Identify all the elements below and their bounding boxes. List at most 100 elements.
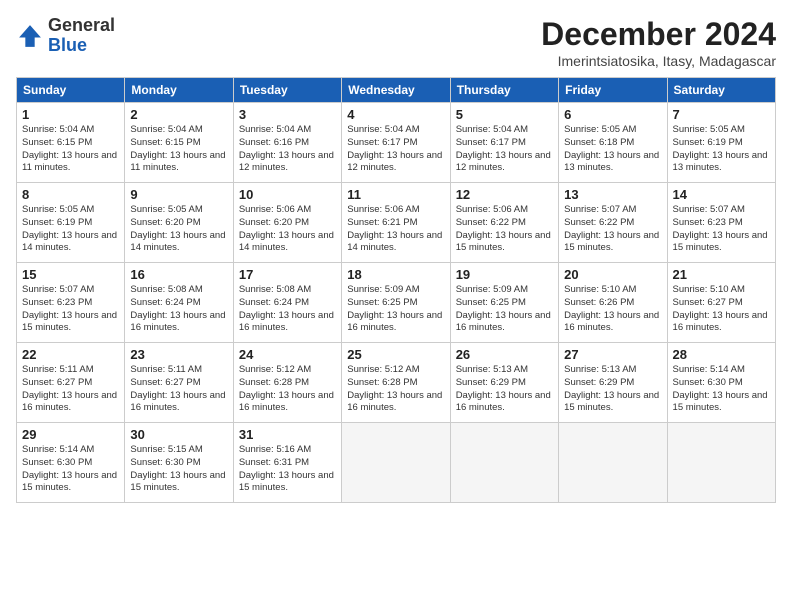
calendar-cell bbox=[450, 423, 558, 503]
title-block: December 2024 Imerintsiatosika, Itasy, M… bbox=[541, 16, 776, 69]
day-number: 7 bbox=[673, 107, 770, 122]
calendar-cell: 6 Sunrise: 5:05 AM Sunset: 6:18 PM Dayli… bbox=[559, 103, 667, 183]
day-info: Sunrise: 5:11 AM Sunset: 6:27 PM Dayligh… bbox=[22, 364, 119, 415]
day-info: Sunrise: 5:04 AM Sunset: 6:15 PM Dayligh… bbox=[130, 124, 227, 175]
day-info: Sunrise: 5:09 AM Sunset: 6:25 PM Dayligh… bbox=[456, 284, 553, 335]
calendar-cell: 8 Sunrise: 5:05 AM Sunset: 6:19 PM Dayli… bbox=[17, 183, 125, 263]
calendar-cell: 18 Sunrise: 5:09 AM Sunset: 6:25 PM Dayl… bbox=[342, 263, 450, 343]
day-info: Sunrise: 5:11 AM Sunset: 6:27 PM Dayligh… bbox=[130, 364, 227, 415]
day-info: Sunrise: 5:05 AM Sunset: 6:20 PM Dayligh… bbox=[130, 204, 227, 255]
calendar-cell: 22 Sunrise: 5:11 AM Sunset: 6:27 PM Dayl… bbox=[17, 343, 125, 423]
day-info: Sunrise: 5:15 AM Sunset: 6:30 PM Dayligh… bbox=[130, 444, 227, 495]
day-number: 1 bbox=[22, 107, 119, 122]
day-number: 2 bbox=[130, 107, 227, 122]
day-number: 14 bbox=[673, 187, 770, 202]
calendar-cell: 20 Sunrise: 5:10 AM Sunset: 6:26 PM Dayl… bbox=[559, 263, 667, 343]
month-title: December 2024 bbox=[541, 16, 776, 53]
day-info: Sunrise: 5:06 AM Sunset: 6:21 PM Dayligh… bbox=[347, 204, 444, 255]
calendar-cell: 28 Sunrise: 5:14 AM Sunset: 6:30 PM Dayl… bbox=[667, 343, 775, 423]
day-number: 10 bbox=[239, 187, 336, 202]
calendar-cell: 31 Sunrise: 5:16 AM Sunset: 6:31 PM Dayl… bbox=[233, 423, 341, 503]
day-info: Sunrise: 5:05 AM Sunset: 6:18 PM Dayligh… bbox=[564, 124, 661, 175]
logo: General Blue bbox=[16, 16, 115, 56]
day-info: Sunrise: 5:12 AM Sunset: 6:28 PM Dayligh… bbox=[347, 364, 444, 415]
calendar-header-saturday: Saturday bbox=[667, 78, 775, 103]
day-number: 11 bbox=[347, 187, 444, 202]
calendar-cell: 29 Sunrise: 5:14 AM Sunset: 6:30 PM Dayl… bbox=[17, 423, 125, 503]
day-info: Sunrise: 5:07 AM Sunset: 6:22 PM Dayligh… bbox=[564, 204, 661, 255]
calendar-cell: 23 Sunrise: 5:11 AM Sunset: 6:27 PM Dayl… bbox=[125, 343, 233, 423]
calendar-week-4: 22 Sunrise: 5:11 AM Sunset: 6:27 PM Dayl… bbox=[17, 343, 776, 423]
calendar-cell: 17 Sunrise: 5:08 AM Sunset: 6:24 PM Dayl… bbox=[233, 263, 341, 343]
page-header: General Blue December 2024 Imerintsiatos… bbox=[16, 16, 776, 69]
calendar-cell: 19 Sunrise: 5:09 AM Sunset: 6:25 PM Dayl… bbox=[450, 263, 558, 343]
logo-text: General Blue bbox=[48, 16, 115, 56]
day-info: Sunrise: 5:09 AM Sunset: 6:25 PM Dayligh… bbox=[347, 284, 444, 335]
calendar-week-3: 15 Sunrise: 5:07 AM Sunset: 6:23 PM Dayl… bbox=[17, 263, 776, 343]
day-info: Sunrise: 5:04 AM Sunset: 6:16 PM Dayligh… bbox=[239, 124, 336, 175]
calendar-cell: 7 Sunrise: 5:05 AM Sunset: 6:19 PM Dayli… bbox=[667, 103, 775, 183]
day-number: 21 bbox=[673, 267, 770, 282]
calendar-cell: 25 Sunrise: 5:12 AM Sunset: 6:28 PM Dayl… bbox=[342, 343, 450, 423]
day-info: Sunrise: 5:16 AM Sunset: 6:31 PM Dayligh… bbox=[239, 444, 336, 495]
day-info: Sunrise: 5:05 AM Sunset: 6:19 PM Dayligh… bbox=[673, 124, 770, 175]
day-number: 29 bbox=[22, 427, 119, 442]
calendar-cell: 24 Sunrise: 5:12 AM Sunset: 6:28 PM Dayl… bbox=[233, 343, 341, 423]
calendar-week-2: 8 Sunrise: 5:05 AM Sunset: 6:19 PM Dayli… bbox=[17, 183, 776, 263]
day-info: Sunrise: 5:04 AM Sunset: 6:17 PM Dayligh… bbox=[347, 124, 444, 175]
calendar-cell: 12 Sunrise: 5:06 AM Sunset: 6:22 PM Dayl… bbox=[450, 183, 558, 263]
day-number: 6 bbox=[564, 107, 661, 122]
calendar-header-tuesday: Tuesday bbox=[233, 78, 341, 103]
day-info: Sunrise: 5:07 AM Sunset: 6:23 PM Dayligh… bbox=[673, 204, 770, 255]
calendar-week-1: 1 Sunrise: 5:04 AM Sunset: 6:15 PM Dayli… bbox=[17, 103, 776, 183]
calendar-header-wednesday: Wednesday bbox=[342, 78, 450, 103]
day-info: Sunrise: 5:13 AM Sunset: 6:29 PM Dayligh… bbox=[456, 364, 553, 415]
day-number: 15 bbox=[22, 267, 119, 282]
day-number: 17 bbox=[239, 267, 336, 282]
location: Imerintsiatosika, Itasy, Madagascar bbox=[541, 53, 776, 69]
day-info: Sunrise: 5:07 AM Sunset: 6:23 PM Dayligh… bbox=[22, 284, 119, 335]
day-number: 27 bbox=[564, 347, 661, 362]
logo-blue: Blue bbox=[48, 35, 87, 55]
calendar-cell: 5 Sunrise: 5:04 AM Sunset: 6:17 PM Dayli… bbox=[450, 103, 558, 183]
calendar-cell: 1 Sunrise: 5:04 AM Sunset: 6:15 PM Dayli… bbox=[17, 103, 125, 183]
day-number: 30 bbox=[130, 427, 227, 442]
day-number: 19 bbox=[456, 267, 553, 282]
calendar-cell: 4 Sunrise: 5:04 AM Sunset: 6:17 PM Dayli… bbox=[342, 103, 450, 183]
calendar-cell: 21 Sunrise: 5:10 AM Sunset: 6:27 PM Dayl… bbox=[667, 263, 775, 343]
day-info: Sunrise: 5:14 AM Sunset: 6:30 PM Dayligh… bbox=[673, 364, 770, 415]
day-number: 16 bbox=[130, 267, 227, 282]
calendar-cell bbox=[667, 423, 775, 503]
day-number: 3 bbox=[239, 107, 336, 122]
calendar-cell: 13 Sunrise: 5:07 AM Sunset: 6:22 PM Dayl… bbox=[559, 183, 667, 263]
calendar-header-monday: Monday bbox=[125, 78, 233, 103]
logo-general: General bbox=[48, 15, 115, 35]
day-number: 5 bbox=[456, 107, 553, 122]
calendar-cell: 26 Sunrise: 5:13 AM Sunset: 6:29 PM Dayl… bbox=[450, 343, 558, 423]
calendar-header-sunday: Sunday bbox=[17, 78, 125, 103]
day-number: 23 bbox=[130, 347, 227, 362]
day-number: 22 bbox=[22, 347, 119, 362]
calendar-cell: 15 Sunrise: 5:07 AM Sunset: 6:23 PM Dayl… bbox=[17, 263, 125, 343]
calendar-cell: 14 Sunrise: 5:07 AM Sunset: 6:23 PM Dayl… bbox=[667, 183, 775, 263]
day-number: 12 bbox=[456, 187, 553, 202]
day-info: Sunrise: 5:08 AM Sunset: 6:24 PM Dayligh… bbox=[239, 284, 336, 335]
day-number: 24 bbox=[239, 347, 336, 362]
calendar-cell: 3 Sunrise: 5:04 AM Sunset: 6:16 PM Dayli… bbox=[233, 103, 341, 183]
calendar-header-friday: Friday bbox=[559, 78, 667, 103]
day-info: Sunrise: 5:06 AM Sunset: 6:22 PM Dayligh… bbox=[456, 204, 553, 255]
calendar-week-5: 29 Sunrise: 5:14 AM Sunset: 6:30 PM Dayl… bbox=[17, 423, 776, 503]
day-number: 18 bbox=[347, 267, 444, 282]
logo-icon bbox=[16, 22, 44, 50]
day-info: Sunrise: 5:04 AM Sunset: 6:17 PM Dayligh… bbox=[456, 124, 553, 175]
calendar-table: SundayMondayTuesdayWednesdayThursdayFrid… bbox=[16, 77, 776, 503]
day-info: Sunrise: 5:05 AM Sunset: 6:19 PM Dayligh… bbox=[22, 204, 119, 255]
calendar-cell: 9 Sunrise: 5:05 AM Sunset: 6:20 PM Dayli… bbox=[125, 183, 233, 263]
calendar-cell: 30 Sunrise: 5:15 AM Sunset: 6:30 PM Dayl… bbox=[125, 423, 233, 503]
day-info: Sunrise: 5:13 AM Sunset: 6:29 PM Dayligh… bbox=[564, 364, 661, 415]
calendar-header-thursday: Thursday bbox=[450, 78, 558, 103]
calendar-cell: 27 Sunrise: 5:13 AM Sunset: 6:29 PM Dayl… bbox=[559, 343, 667, 423]
day-number: 31 bbox=[239, 427, 336, 442]
day-number: 4 bbox=[347, 107, 444, 122]
calendar-cell: 10 Sunrise: 5:06 AM Sunset: 6:20 PM Dayl… bbox=[233, 183, 341, 263]
